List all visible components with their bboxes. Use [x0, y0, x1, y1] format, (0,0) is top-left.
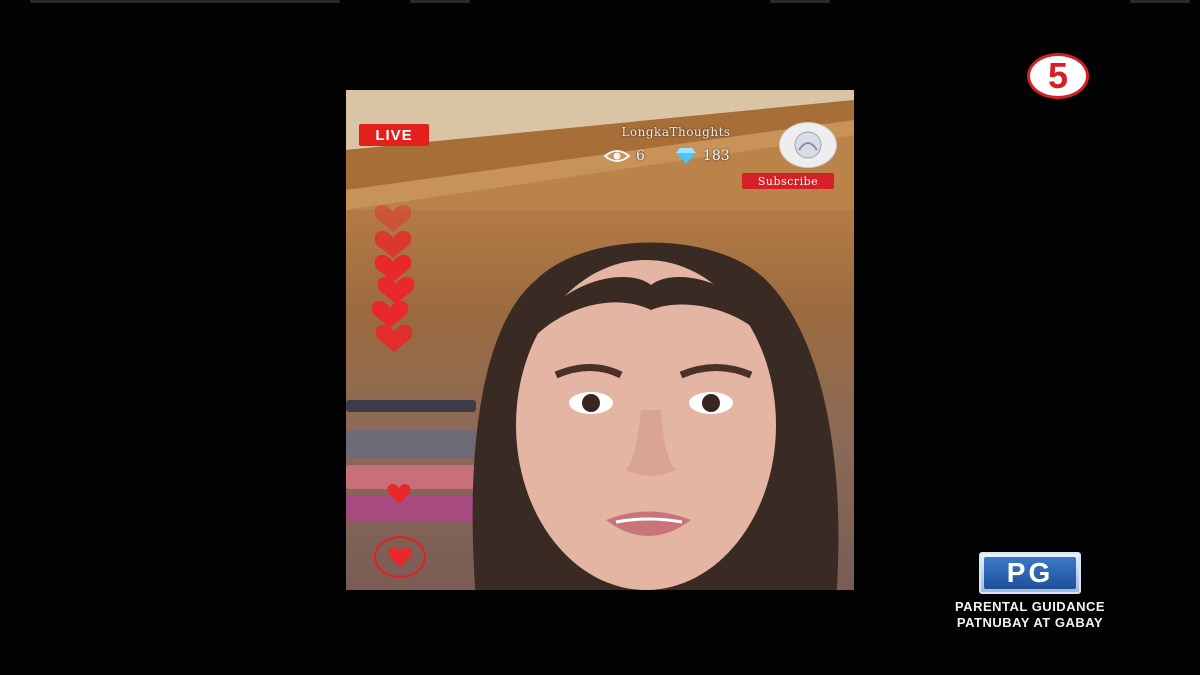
- like-button[interactable]: [374, 536, 426, 578]
- diamond-count: 183: [702, 148, 730, 164]
- live-badge: LIVE: [359, 124, 429, 146]
- rating-label-line1: PARENTAL GUIDANCE: [954, 599, 1106, 614]
- diamond-icon: [675, 148, 696, 164]
- channel-logo-text: 5: [1047, 55, 1069, 96]
- channel-logo: 5: [1027, 53, 1089, 99]
- floating-hearts: [371, 204, 415, 352]
- viewer-count: 6: [636, 148, 645, 164]
- stream-stats: 6 183: [604, 146, 730, 166]
- streamer-person: [472, 242, 839, 590]
- avatar-image: [794, 131, 822, 159]
- broadcast-top-strip: [0, 0, 1200, 6]
- livestream-video: LIVE LongkaThoughts 6 183 Subscribe: [346, 90, 854, 590]
- rating-badge: PG: [979, 552, 1081, 594]
- streamer-avatar[interactable]: [779, 122, 837, 168]
- floating-heart: [387, 484, 411, 504]
- heart-icon: [388, 547, 412, 567]
- rating-label-line2: PATNUBAY AT GABAY: [956, 615, 1104, 630]
- eye-icon: [604, 150, 630, 162]
- rating-code: PG: [1006, 557, 1054, 588]
- streamer-username[interactable]: LongkaThoughts: [596, 125, 756, 139]
- subscribe-button[interactable]: Subscribe: [742, 173, 834, 189]
